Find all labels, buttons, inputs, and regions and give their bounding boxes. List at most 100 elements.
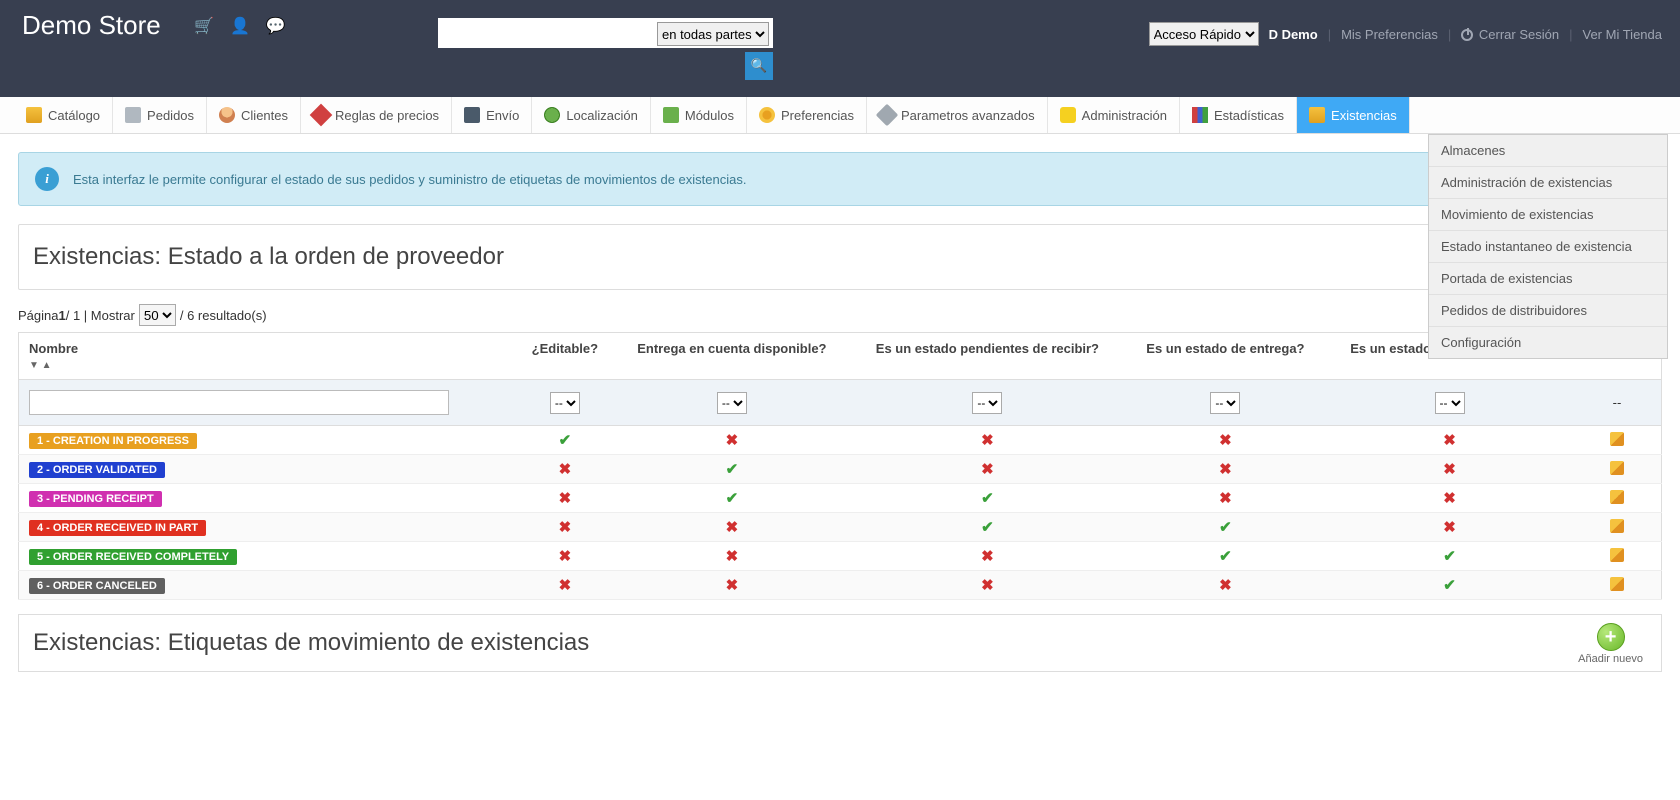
nav-tab-envío[interactable]: Envío <box>452 97 532 133</box>
search-scope-select[interactable]: en todas partes <box>657 22 769 46</box>
col-delivery[interactable]: Entrega en cuenta disponible? <box>614 333 850 380</box>
panel-stock-movement-labels: Existencias: Etiquetas de movimiento de … <box>18 614 1662 672</box>
i-wrench-icon <box>876 104 899 127</box>
col-pending[interactable]: Es un estado pendientes de recibir? <box>850 333 1125 380</box>
cross-icon: ✖ <box>1219 432 1232 449</box>
sort-arrows-icon[interactable]: ▼ ▲ <box>29 360 506 371</box>
user-label[interactable]: D Demo <box>1269 27 1318 42</box>
cross-icon: ✖ <box>1443 519 1456 536</box>
check-icon: ✔ <box>981 519 994 536</box>
i-tag-icon <box>310 104 333 127</box>
check-icon: ✔ <box>1219 548 1232 565</box>
check-icon: ✔ <box>1443 548 1456 565</box>
nav-tab-localización[interactable]: Localización <box>532 97 651 133</box>
nav-tab-pedidos[interactable]: Pedidos <box>113 97 207 133</box>
cross-icon: ✖ <box>726 519 739 536</box>
submenu-item[interactable]: Administración de existencias <box>1429 167 1667 199</box>
nav-tab-clientes[interactable]: Clientes <box>207 97 301 133</box>
add-new-button[interactable]: + Añadir nuevo <box>1578 623 1643 665</box>
col-delivery-state[interactable]: Es un estado de entrega? <box>1125 333 1326 380</box>
nav-tab-parametros-avanzados[interactable]: Parametros avanzados <box>867 97 1048 133</box>
i-gear2-icon <box>759 107 775 123</box>
i-key-icon <box>1060 107 1076 123</box>
search-icon: 🔍 <box>751 58 768 74</box>
cross-icon: ✖ <box>1443 490 1456 507</box>
nav-tab-existencias[interactable]: Existencias <box>1297 97 1410 133</box>
cross-icon: ✖ <box>1219 490 1232 507</box>
nav-tab-catálogo[interactable]: Catálogo <box>14 97 113 133</box>
info-text: Esta interfaz le permite configurar el e… <box>73 172 746 187</box>
col-name[interactable]: Nombre ▼ ▲ <box>19 333 517 380</box>
table-row[interactable]: 4 - ORDER RECEIVED IN PART ✖ ✖ ✔ ✔ ✖ <box>19 513 1662 542</box>
cross-icon: ✖ <box>981 577 994 594</box>
link-logout[interactable]: Cerrar Sesión <box>1461 27 1559 42</box>
cart-icon[interactable]: 🛒 <box>194 16 214 36</box>
check-icon: ✔ <box>726 490 739 507</box>
chat-icon[interactable]: 💬 <box>266 16 286 36</box>
filter-name-input[interactable] <box>29 390 449 415</box>
i-puzzle-icon <box>663 107 679 123</box>
submenu-item[interactable]: Almacenes <box>1429 135 1667 167</box>
status-badge: 3 - PENDING RECEIPT <box>29 491 162 507</box>
panel2-title: Existencias: Etiquetas de movimiento de … <box>33 629 1647 657</box>
filter-pending[interactable]: -- <box>972 392 1002 414</box>
plus-icon: + <box>1597 623 1625 651</box>
edit-icon[interactable] <box>1610 490 1624 504</box>
cross-icon: ✖ <box>559 461 572 478</box>
edit-icon[interactable] <box>1610 461 1624 475</box>
check-icon: ✔ <box>559 432 572 449</box>
col-editable[interactable]: ¿Editable? <box>516 333 614 380</box>
table-row[interactable]: 5 - ORDER RECEIVED COMPLETELY✖✖✖✔✔ <box>19 542 1662 571</box>
submenu-item[interactable]: Portada de existencias <box>1429 263 1667 295</box>
i-user-icon <box>219 107 235 123</box>
main-nav: CatálogoPedidosClientesReglas de precios… <box>0 97 1680 134</box>
cross-icon: ✖ <box>726 432 739 449</box>
edit-icon[interactable] <box>1610 432 1624 446</box>
cross-icon: ✖ <box>559 519 572 536</box>
cross-icon: ✖ <box>726 577 739 594</box>
check-icon: ✔ <box>981 490 994 507</box>
submenu-item[interactable]: Pedidos de distribuidores <box>1429 295 1667 327</box>
check-icon: ✔ <box>1219 519 1232 536</box>
nav-tab-estadísticas[interactable]: Estadísticas <box>1180 97 1297 133</box>
stock-submenu: AlmacenesAdministración de existenciasMo… <box>1428 134 1668 359</box>
link-preferences[interactable]: Mis Preferencias <box>1341 27 1438 42</box>
filter-delivery[interactable]: -- <box>717 392 747 414</box>
table-row[interactable]: 3 - PENDING RECEIPT✖✔✔✖✖ <box>19 484 1662 513</box>
cross-icon: ✖ <box>559 548 572 565</box>
i-globe-icon <box>544 107 560 123</box>
status-badge: 5 - ORDER RECEIVED COMPLETELY <box>29 549 237 565</box>
i-cart2-icon <box>125 107 141 123</box>
edit-icon[interactable] <box>1610 548 1624 562</box>
filter-closed[interactable]: -- <box>1435 392 1465 414</box>
search-input[interactable] <box>440 20 655 46</box>
table-row[interactable]: 1 - CREATION IN PROGRESS✔✖✖✖✖ <box>19 426 1662 455</box>
filter-editable[interactable]: -- <box>550 392 580 414</box>
table-row[interactable]: 2 - ORDER VALIDATED✖✔✖✖✖ <box>19 455 1662 484</box>
nav-tab-administración[interactable]: Administración <box>1048 97 1180 133</box>
nav-tab-módulos[interactable]: Módulos <box>651 97 747 133</box>
quick-access-select[interactable]: Acceso Rápido <box>1149 22 1259 46</box>
nav-tab-preferencias[interactable]: Preferencias <box>747 97 867 133</box>
cross-icon: ✖ <box>981 432 994 449</box>
submenu-item[interactable]: Configuración <box>1429 327 1667 358</box>
submenu-item[interactable]: Movimiento de existencias <box>1429 199 1667 231</box>
pager: Página 1 / 1 | Mostrar 50 / 6 resultado(… <box>18 304 1662 326</box>
status-badge: 4 - ORDER RECEIVED IN PART <box>29 520 206 536</box>
nav-tab-reglas-de-precios[interactable]: Reglas de precios <box>301 97 452 133</box>
power-icon <box>1461 29 1473 41</box>
edit-icon[interactable] <box>1610 519 1624 533</box>
filter-delivstate[interactable]: -- <box>1210 392 1240 414</box>
per-page-select[interactable]: 50 <box>139 304 176 326</box>
brand-title[interactable]: Demo Store <box>22 10 161 41</box>
search-button[interactable]: 🔍 <box>745 52 773 80</box>
cross-icon: ✖ <box>1219 461 1232 478</box>
cross-icon: ✖ <box>1219 577 1232 594</box>
cross-icon: ✖ <box>981 461 994 478</box>
submenu-item[interactable]: Estado instantaneo de existencia <box>1429 231 1667 263</box>
table-row[interactable]: 6 - ORDER CANCELED✖✖✖✖✔ <box>19 571 1662 600</box>
link-view-shop[interactable]: Ver Mi Tienda <box>1583 27 1663 42</box>
cross-icon: ✖ <box>1443 432 1456 449</box>
edit-icon[interactable] <box>1610 577 1624 591</box>
person-icon[interactable]: 👤 <box>230 16 250 36</box>
